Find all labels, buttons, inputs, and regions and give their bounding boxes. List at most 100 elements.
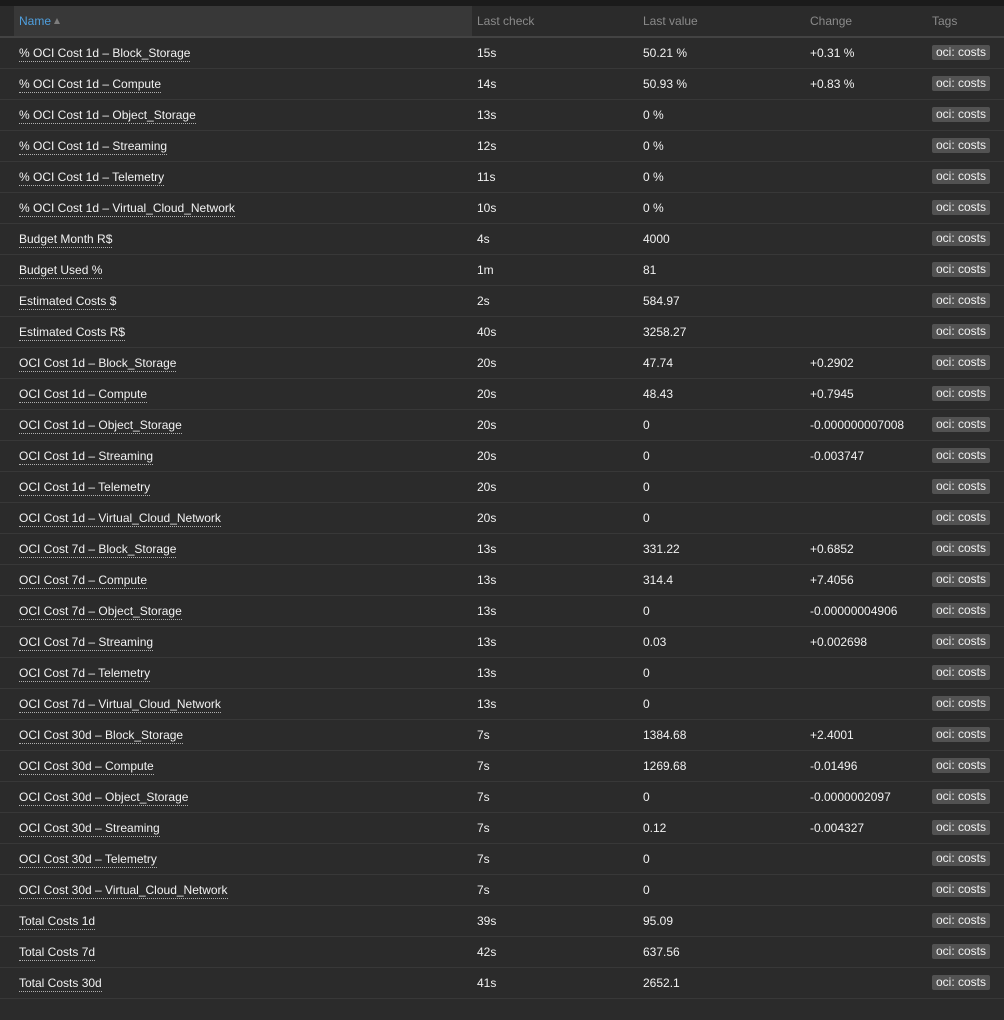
cell-last-check: 7s	[472, 719, 638, 751]
item-name-link[interactable]: OCI Cost 30d – Virtual_Cloud_Network	[19, 882, 228, 899]
item-name-link[interactable]: Total Costs 30d	[19, 975, 102, 992]
tag-badge[interactable]: oci: costs	[932, 262, 991, 277]
tag-badge[interactable]: oci: costs	[932, 417, 991, 432]
item-name-link[interactable]: OCI Cost 7d – Compute	[19, 572, 148, 589]
tag-badge[interactable]: oci: costs	[932, 975, 991, 990]
tag-badge[interactable]: oci: costs	[932, 138, 991, 153]
cell-change	[805, 905, 927, 937]
item-name-link[interactable]: Budget Used %	[19, 262, 103, 279]
item-name-link[interactable]: OCI Cost 7d – Block_Storage	[19, 541, 177, 558]
item-name-link[interactable]: Total Costs 1d	[19, 913, 96, 930]
tag-badge[interactable]: oci: costs	[932, 448, 991, 463]
tag-badge[interactable]: oci: costs	[932, 820, 991, 835]
cell-last-check: 10s	[472, 192, 638, 224]
item-name-link[interactable]: OCI Cost 1d – Compute	[19, 386, 148, 403]
item-name-link[interactable]: OCI Cost 7d – Streaming	[19, 634, 154, 651]
table-row: OCI Cost 7d – Telemetry 13s 0 oci: costs	[0, 657, 1004, 689]
tag-badge[interactable]: oci: costs	[932, 479, 991, 494]
cell-last-value: 0	[638, 874, 805, 906]
tag-badge[interactable]: oci: costs	[932, 758, 991, 773]
item-name-link[interactable]: Estimated Costs $	[19, 293, 117, 310]
cell-change	[805, 967, 927, 999]
cell-change: +7.4056	[805, 564, 927, 596]
cell-last-check: 42s	[472, 936, 638, 968]
tag-badge[interactable]: oci: costs	[932, 851, 991, 866]
item-name-link[interactable]: OCI Cost 7d – Object_Storage	[19, 603, 182, 620]
row-gutter	[0, 502, 14, 534]
cell-last-value: 81	[638, 254, 805, 286]
cell-change: -0.004327	[805, 812, 927, 844]
cell-name: % OCI Cost 1d – Virtual_Cloud_Network	[14, 192, 472, 224]
tag-badge[interactable]: oci: costs	[932, 510, 991, 525]
cell-last-value: 1384.68	[638, 719, 805, 751]
tag-badge[interactable]: oci: costs	[932, 107, 991, 122]
cell-change	[805, 192, 927, 224]
item-name-link[interactable]: Total Costs 7d	[19, 944, 96, 961]
item-name-link[interactable]: Estimated Costs R$	[19, 324, 126, 341]
cell-last-value: 0	[638, 781, 805, 813]
item-name-link[interactable]: OCI Cost 1d – Virtual_Cloud_Network	[19, 510, 221, 527]
tag-badge[interactable]: oci: costs	[932, 727, 991, 742]
cell-last-check: 20s	[472, 471, 638, 503]
item-name-link[interactable]: OCI Cost 30d – Block_Storage	[19, 727, 184, 744]
tag-badge[interactable]: oci: costs	[932, 293, 991, 308]
cell-tags: oci: costs	[927, 378, 1004, 410]
item-name-link[interactable]: OCI Cost 1d – Object_Storage	[19, 417, 182, 434]
item-name-link[interactable]: OCI Cost 7d – Virtual_Cloud_Network	[19, 696, 221, 713]
tag-badge[interactable]: oci: costs	[932, 944, 991, 959]
tag-badge[interactable]: oci: costs	[932, 200, 991, 215]
item-name-link[interactable]: OCI Cost 30d – Compute	[19, 758, 154, 775]
tag-badge[interactable]: oci: costs	[932, 789, 991, 804]
item-name-link[interactable]: Budget Month R$	[19, 231, 113, 248]
item-name-link[interactable]: OCI Cost 7d – Telemetry	[19, 665, 151, 682]
item-name-link[interactable]: OCI Cost 30d – Object_Storage	[19, 789, 189, 806]
tag-badge[interactable]: oci: costs	[932, 355, 991, 370]
row-gutter	[0, 533, 14, 565]
cell-last-check: 39s	[472, 905, 638, 937]
tag-badge[interactable]: oci: costs	[932, 541, 991, 556]
tag-badge[interactable]: oci: costs	[932, 882, 991, 897]
cell-name: OCI Cost 30d – Virtual_Cloud_Network	[14, 874, 472, 906]
tag-badge[interactable]: oci: costs	[932, 76, 991, 91]
item-name-link[interactable]: OCI Cost 1d – Streaming	[19, 448, 154, 465]
column-header-name[interactable]: Name	[14, 6, 472, 38]
item-name-link[interactable]: OCI Cost 30d – Telemetry	[19, 851, 157, 868]
table-row: OCI Cost 7d – Compute 13s 314.4 +7.4056 oci:…	[0, 564, 1004, 596]
tag-badge[interactable]: oci: costs	[932, 603, 991, 618]
item-name-link[interactable]: % OCI Cost 1d – Telemetry	[19, 169, 165, 186]
cell-last-check: 13s	[472, 533, 638, 565]
item-name-link[interactable]: OCI Cost 30d – Streaming	[19, 820, 160, 837]
item-name-link[interactable]: % OCI Cost 1d – Block_Storage	[19, 45, 191, 62]
item-name-link[interactable]: OCI Cost 1d – Block_Storage	[19, 355, 177, 372]
item-name-link[interactable]: % OCI Cost 1d – Virtual_Cloud_Network	[19, 200, 235, 217]
cell-last-check: 20s	[472, 347, 638, 379]
table-row: OCI Cost 7d – Streaming 13s 0.03 +0.002698 o…	[0, 626, 1004, 658]
tag-badge[interactable]: oci: costs	[932, 45, 991, 61]
tag-badge[interactable]: oci: costs	[932, 231, 991, 246]
tag-badge[interactable]: oci: costs	[932, 169, 991, 184]
tag-badge[interactable]: oci: costs	[932, 665, 991, 680]
cell-change	[805, 874, 927, 906]
cell-tags: oci: costs	[927, 130, 1004, 162]
item-name-link[interactable]: % OCI Cost 1d – Streaming	[19, 138, 168, 155]
cell-change	[805, 99, 927, 131]
tag-badge[interactable]: oci: costs	[932, 324, 991, 339]
tag-badge[interactable]: oci: costs	[932, 913, 991, 928]
cell-name: % OCI Cost 1d – Compute	[14, 68, 472, 100]
item-name-link[interactable]: OCI Cost 1d – Telemetry	[19, 479, 151, 496]
cell-tags: oci: costs	[927, 905, 1004, 937]
tag-badge[interactable]: oci: costs	[932, 386, 991, 401]
item-name-link[interactable]: % OCI Cost 1d – Compute	[19, 76, 162, 93]
table-row: % OCI Cost 1d – Streaming 12s 0 % oci: cost…	[0, 130, 1004, 162]
cell-tags: oci: costs	[927, 843, 1004, 875]
tag-badge[interactable]: oci: costs	[932, 634, 991, 649]
column-header-tags: Tags	[927, 6, 1004, 38]
cell-last-value: 1269.68	[638, 750, 805, 782]
tag-badge[interactable]: oci: costs	[932, 696, 991, 711]
table-row: OCI Cost 1d – Virtual_Cloud_Network 20s 0 o…	[0, 502, 1004, 534]
cell-tags: oci: costs	[927, 99, 1004, 131]
cell-change	[805, 130, 927, 162]
tag-badge[interactable]: oci: costs	[932, 572, 991, 587]
table-row: % OCI Cost 1d – Telemetry 11s 0 % oci: cost…	[0, 161, 1004, 193]
item-name-link[interactable]: % OCI Cost 1d – Object_Storage	[19, 107, 196, 124]
